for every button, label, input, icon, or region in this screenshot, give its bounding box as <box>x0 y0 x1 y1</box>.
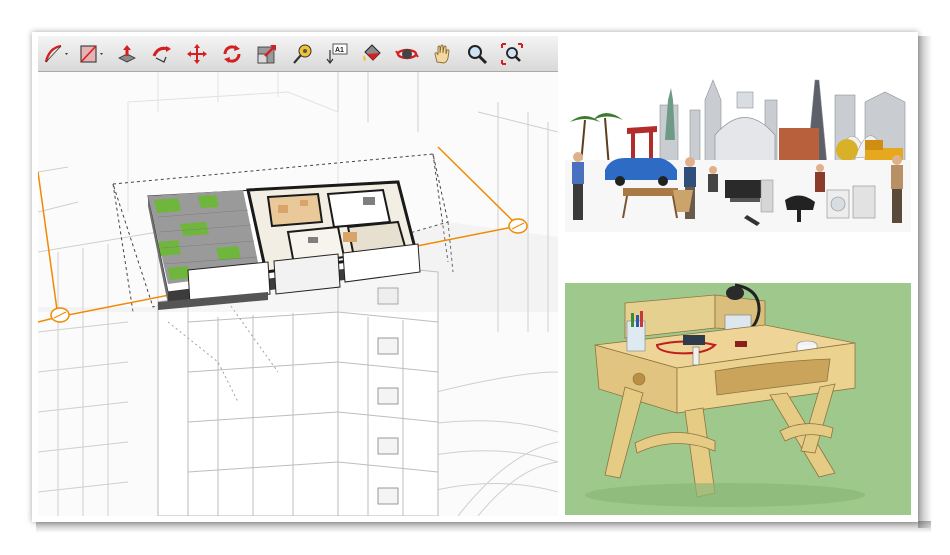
paint-bucket-button[interactable] <box>357 39 387 69</box>
scale-button[interactable] <box>252 39 282 69</box>
plywood-desk-render <box>565 283 911 515</box>
line-tool-button[interactable] <box>42 39 72 69</box>
zoom-extents-button[interactable] <box>497 39 527 69</box>
orbit-button[interactable] <box>392 39 422 69</box>
scale-icon <box>257 44 276 63</box>
push-pull-button[interactable] <box>112 39 142 69</box>
svg-text:A1: A1 <box>335 47 344 54</box>
paint-bucket-icon <box>363 43 381 61</box>
pan-button[interactable] <box>427 39 457 69</box>
landmarks-and-models-illustration <box>565 40 911 232</box>
zoom-extents-icon <box>501 42 523 65</box>
move-button[interactable] <box>182 39 212 69</box>
sketchup-viewport[interactable]: A1 <box>38 36 558 516</box>
model-collection-image <box>565 40 911 232</box>
text-tool-button[interactable]: A1 <box>322 39 352 69</box>
follow-me-icon <box>152 45 171 63</box>
text-tool-icon: A1 <box>326 43 348 64</box>
architectural-model-scene <box>38 72 558 516</box>
desk-model-illustration <box>565 283 911 515</box>
drawing-toolbar: A1 <box>38 36 558 72</box>
frame-shadow-bottom <box>36 521 931 533</box>
follow-me-button[interactable] <box>147 39 177 69</box>
tape-measure-button[interactable] <box>287 39 317 69</box>
frame-shadow-right <box>918 36 932 528</box>
rotate-button[interactable] <box>217 39 247 69</box>
move-icon <box>187 43 207 64</box>
rotate-icon <box>223 44 241 63</box>
tape-measure-icon <box>293 44 312 64</box>
pan-hand-icon <box>434 44 450 63</box>
line-tool-icon <box>44 44 68 62</box>
orbit-icon <box>395 48 419 59</box>
zoom-button[interactable] <box>462 39 492 69</box>
rectangle-tool-button[interactable] <box>77 39 107 69</box>
rectangle-tool-icon <box>80 44 103 63</box>
zoom-icon <box>468 44 488 64</box>
push-pull-icon <box>118 44 136 62</box>
